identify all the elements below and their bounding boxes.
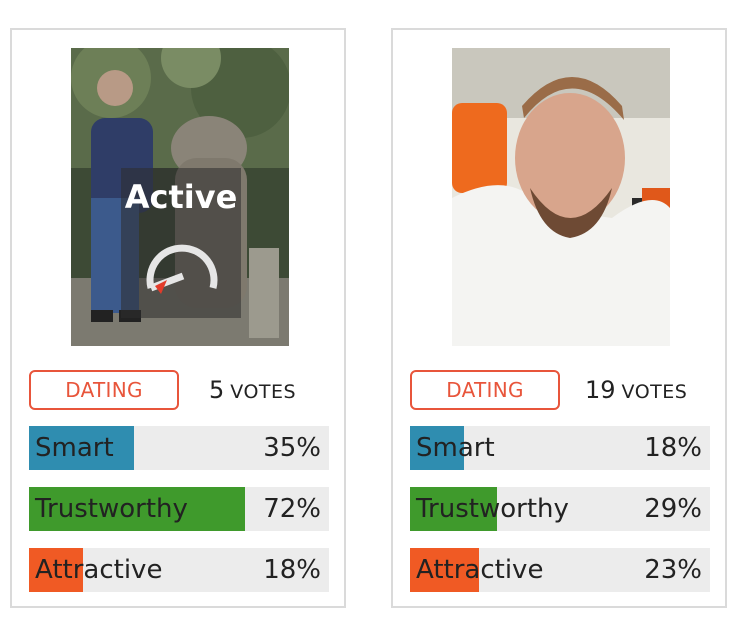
vote-count: 5 VOTES: [209, 370, 296, 410]
trait-percent: 35%: [263, 433, 321, 463]
trait-label: Attractive: [416, 555, 544, 585]
profile-meta-row: DATING 19 VOTES: [410, 366, 710, 410]
vote-count-number: 19: [585, 376, 616, 404]
category-badge[interactable]: DATING: [29, 370, 179, 410]
profile-meta-row: DATING 5 VOTES: [29, 366, 329, 410]
trait-label: Smart: [416, 433, 495, 463]
profile-comparison: Active DATING 5 VOTES Smart 35% Trustwort…: [0, 0, 750, 632]
profile-photo[interactable]: Active: [71, 48, 289, 346]
trait-label: Trustworthy: [416, 494, 569, 524]
profile-photo[interactable]: [452, 48, 670, 346]
vote-count-label: VOTES: [230, 381, 297, 403]
trait-bar-smart: Smart 18%: [410, 426, 710, 470]
trait-percent: 72%: [263, 494, 321, 524]
trait-percent: 18%: [644, 433, 702, 463]
trait-percent: 23%: [644, 555, 702, 585]
trait-bar-attractive: Attractive 23%: [410, 548, 710, 592]
profile-card-1[interactable]: Active DATING 5 VOTES Smart 35% Trustwort…: [10, 28, 346, 608]
activity-status-overlay: Active: [121, 168, 241, 318]
profile-card-2[interactable]: DATING 19 VOTES Smart 18% Trustworthy 29%…: [391, 28, 727, 608]
vote-count-number: 5: [209, 376, 225, 404]
vote-count: 19 VOTES: [585, 370, 687, 410]
trait-percent: 29%: [644, 494, 702, 524]
trait-bar-attractive: Attractive 18%: [29, 548, 329, 592]
category-badge[interactable]: DATING: [410, 370, 560, 410]
trait-bar-smart: Smart 35%: [29, 426, 329, 470]
status-label: Active: [124, 178, 238, 216]
trait-bar-trustworthy: Trustworthy 72%: [29, 487, 329, 531]
trait-label: Attractive: [35, 555, 163, 585]
photo-image: [452, 48, 670, 346]
trait-percent: 18%: [263, 555, 321, 585]
activity-gauge-icon: [146, 244, 218, 294]
trait-label: Trustworthy: [35, 494, 188, 524]
trait-label: Smart: [35, 433, 114, 463]
vote-count-label: VOTES: [621, 381, 688, 403]
trait-bar-trustworthy: Trustworthy 29%: [410, 487, 710, 531]
